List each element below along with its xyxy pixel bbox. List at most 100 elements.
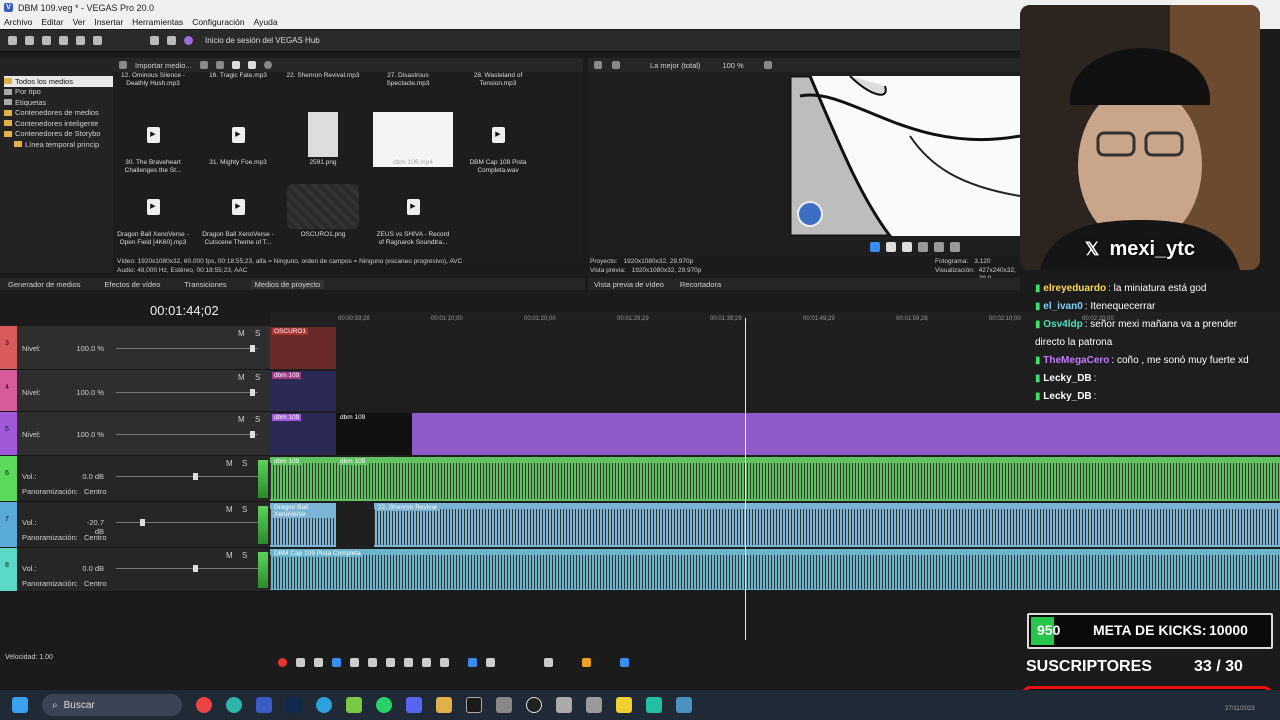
timeline-clip[interactable]: 22. Shenron Revival	[374, 503, 1280, 547]
media-file[interactable]: 12. Ominous Silence - Deathly Hush.mp3	[113, 72, 193, 88]
playhead[interactable]	[745, 318, 746, 640]
track-level-slider[interactable]	[116, 434, 258, 435]
store-icon[interactable]	[466, 697, 482, 713]
app-icon[interactable]	[496, 697, 512, 713]
tab-recortadora[interactable]: Recortadora	[680, 280, 721, 289]
stop-icon[interactable]	[368, 657, 377, 667]
open-icon[interactable]	[25, 36, 34, 45]
delete-icon[interactable]	[215, 61, 224, 69]
solo-button[interactable]: S	[255, 373, 260, 382]
search-icon[interactable]	[263, 61, 272, 69]
tree-item[interactable]: Contenedores de Storybo	[4, 129, 113, 140]
timeline-clip[interactable]: Dragon Ball XenoVerse	[270, 503, 336, 547]
media-file[interactable]: ▶ 30. The Braveheart Challenges the St...	[113, 112, 193, 175]
track-level-slider[interactable]	[116, 568, 258, 569]
mute-button[interactable]: M	[226, 505, 233, 514]
new-file-icon[interactable]	[8, 36, 17, 45]
quality-select[interactable]: La mejor (total)	[650, 61, 700, 70]
media-file[interactable]: ▶ 31. Mighty Foe.mp3	[198, 112, 278, 167]
mute-button[interactable]: M	[238, 415, 245, 424]
grid-icon[interactable]	[763, 61, 772, 69]
solo-button[interactable]: S	[242, 505, 247, 514]
render-icon[interactable]	[59, 36, 68, 45]
folder-icon[interactable]	[436, 697, 452, 713]
edge-icon[interactable]	[226, 697, 242, 713]
chrome-icon[interactable]	[196, 697, 212, 713]
taskbar-search[interactable]: ⌕ Buscar	[42, 694, 182, 716]
menu-insertar[interactable]: Insertar	[94, 17, 123, 27]
track-level-slider[interactable]	[116, 392, 258, 393]
undo-icon[interactable]	[150, 36, 159, 45]
media-file[interactable]: 22. Shenron Revival.mp3	[283, 72, 363, 80]
cursor-tool-icon[interactable]	[468, 657, 477, 667]
marker-icon[interactable]	[582, 657, 591, 667]
slider-knob[interactable]	[193, 473, 198, 480]
gear-icon[interactable]	[594, 61, 602, 69]
windows-start-icon[interactable]	[12, 697, 28, 713]
media-file[interactable]: ▶ Dragon Ball XenoVerse - Cutscene Theme …	[198, 184, 278, 247]
redo-icon[interactable]	[167, 36, 176, 45]
media-file[interactable]: dbm 109.mp4	[373, 112, 453, 167]
next-frame-icon[interactable]	[440, 657, 449, 667]
fx-icon[interactable]	[612, 61, 620, 69]
vegas-icon[interactable]	[256, 697, 272, 713]
tree-item[interactable]: Línea temporal princip	[4, 139, 113, 150]
track-header-7[interactable]: 7 Vol.: -20.7 dB M S Panoramización: Centro	[0, 502, 270, 548]
hub-login[interactable]: Inicio de sesión del VEGAS Hub	[205, 36, 320, 45]
media-file[interactable]: 28. Wasteland of Tension.mp3	[458, 72, 538, 88]
menu-ver[interactable]: Ver	[73, 17, 86, 27]
slider-knob[interactable]	[250, 389, 255, 396]
tab-transiciones[interactable]: Transiciones	[184, 280, 226, 289]
track-header-4[interactable]: 4 Nivel: 100.0 % M S	[0, 370, 270, 412]
record-icon[interactable]	[278, 657, 287, 667]
tree-item[interactable]: Etiquetas	[4, 97, 113, 108]
prev-frame-icon[interactable]	[918, 241, 928, 252]
zoom-select[interactable]: 100 %	[722, 61, 743, 70]
pause-icon[interactable]	[350, 657, 359, 667]
view-icon[interactable]	[199, 61, 208, 69]
slider-knob[interactable]	[140, 519, 145, 526]
timeline-clip[interactable]: dbm 109	[336, 457, 1280, 501]
timeline-clip[interactable]: dbm 109	[270, 413, 336, 455]
media-file[interactable]: ▶ Dragon Ball XenoVerse - Open Field [4K6…	[113, 184, 193, 247]
notes-icon[interactable]	[616, 697, 632, 713]
menu-archivo[interactable]: Archivo	[4, 17, 32, 27]
photoshop-icon[interactable]	[286, 697, 302, 713]
media-file[interactable]: ▶ DBM Cap 109 Pista Completa.wav	[458, 112, 538, 175]
app-icon[interactable]	[586, 697, 602, 713]
loop-icon[interactable]	[296, 657, 305, 667]
mute-button[interactable]: M	[238, 329, 245, 338]
menu-editar[interactable]: Editar	[41, 17, 63, 27]
timeline-clip[interactable]: dbm 109	[270, 371, 336, 411]
timeline-clip[interactable]: DBM Cap 109 Pista Completa	[270, 549, 1280, 590]
track-header-6[interactable]: 6 Vol.: 0.0 dB M S Panoramización: Centro	[0, 456, 270, 502]
play-icon[interactable]	[231, 61, 240, 69]
app-icon[interactable]	[556, 697, 572, 713]
hub-icon[interactable]	[184, 36, 193, 45]
tab-generador[interactable]: Generador de medios	[8, 280, 81, 289]
media-file[interactable]: ▶ ZEUS vs SHIVA - Record of Ragnarok Soun…	[373, 184, 453, 247]
prev-frame-icon[interactable]	[422, 657, 431, 667]
tab-efectos[interactable]: Efectos de vídeo	[105, 280, 161, 289]
tree-item[interactable]: Contenedores de medios	[4, 108, 113, 119]
slider-knob[interactable]	[250, 431, 255, 438]
timeline-clip[interactable]: OSCURO1	[270, 327, 336, 369]
save-icon[interactable]	[42, 36, 51, 45]
app-icon[interactable]	[676, 697, 692, 713]
tab-vista-previa[interactable]: Vista previa de vídeo	[594, 280, 664, 289]
android-icon[interactable]	[346, 697, 362, 713]
mute-button[interactable]: M	[226, 551, 233, 560]
go-start-icon[interactable]	[386, 657, 395, 667]
obs-icon[interactable]	[526, 697, 542, 713]
media-file[interactable]: 16. Tragic Fate.mp3	[198, 72, 278, 80]
stop-icon[interactable]	[247, 61, 256, 69]
track-level-slider[interactable]	[116, 348, 258, 349]
settings-icon[interactable]	[93, 36, 102, 45]
menu-herramientas[interactable]: Herramientas	[132, 17, 183, 27]
track-lane-8[interactable]: DBM Cap 109 Pista Completa	[270, 548, 1280, 590]
discord-icon[interactable]	[406, 697, 422, 713]
app-icon[interactable]	[646, 697, 662, 713]
tree-item[interactable]: Contenedores inteligente	[4, 118, 113, 129]
more-icon[interactable]	[950, 241, 960, 252]
tree-item[interactable]: Todos los medios	[4, 76, 113, 87]
